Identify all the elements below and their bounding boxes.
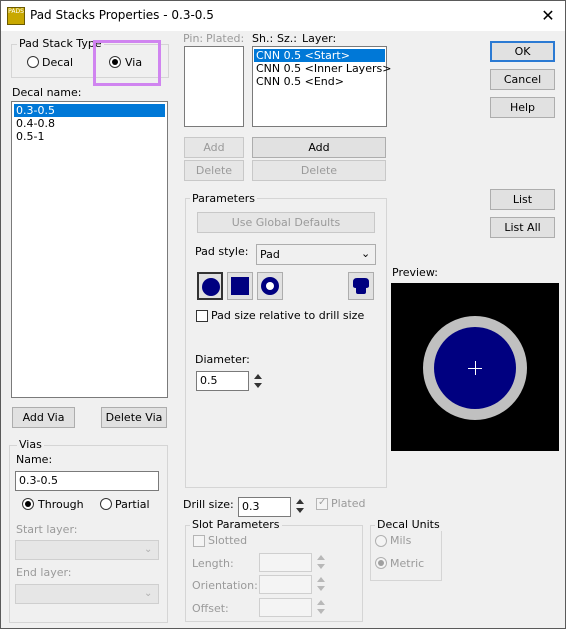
pads-app-icon: PADS: [7, 7, 25, 25]
annular-pad-button[interactable]: [257, 272, 283, 300]
chevron-down-icon: ⌄: [144, 588, 153, 599]
pad-size-relative-label: Pad size relative to drill size: [211, 309, 365, 322]
chevron-down-icon: ⌄: [361, 247, 371, 260]
layer-header: Layer:: [302, 32, 337, 45]
offset-input[interactable]: [259, 598, 312, 617]
parameters-group: [185, 198, 387, 488]
list-item[interactable]: CNN 0.5 <Inner Layers>: [254, 62, 391, 75]
via-radio-label: Via: [125, 56, 143, 69]
title-bar: PADS Pad Stacks Properties - 0.3-0.5 ✕: [1, 1, 565, 31]
diameter-spinner[interactable]: [254, 373, 262, 391]
pad-size-relative-checkbox[interactable]: [196, 310, 208, 322]
custom-pad-icon: [353, 278, 369, 294]
plated-label: Plated: [331, 497, 366, 510]
offset-spinner[interactable]: [317, 599, 325, 617]
mils-radio[interactable]: [375, 535, 387, 547]
pad-style-select[interactable]: Pad ⌄: [256, 244, 376, 265]
layer-add-button[interactable]: Add: [252, 137, 386, 158]
vias-label: Vias: [17, 438, 44, 451]
decal-radio-label: Decal: [42, 56, 74, 69]
preview-crosshair-v: [475, 361, 476, 375]
preview-canvas: [391, 283, 559, 451]
layer-delete-button[interactable]: Delete: [252, 160, 386, 181]
list-item[interactable]: CNN 0.5 <Start>: [253, 48, 386, 63]
end-layer-select[interactable]: ⌄: [15, 584, 159, 604]
drill-size-input[interactable]: 0.3: [238, 497, 291, 517]
delete-via-button[interactable]: Delete Via: [101, 407, 167, 428]
decal-name-list[interactable]: 0.3-0.5 0.4-0.8 0.5-1: [11, 101, 168, 398]
close-icon[interactable]: ✕: [535, 5, 561, 27]
end-layer-label: End layer:: [16, 566, 72, 579]
through-radio-label: Through: [38, 498, 84, 511]
length-spinner[interactable]: [317, 554, 325, 572]
square-pad-button[interactable]: [227, 272, 253, 300]
list-item[interactable]: 0.3-0.5: [13, 103, 166, 118]
orientation-label: Orientation:: [192, 579, 258, 592]
drill-size-label: Drill size:: [183, 498, 234, 511]
mils-label: Mils: [390, 534, 412, 547]
diameter-label: Diameter:: [195, 353, 250, 366]
use-global-defaults-button[interactable]: Use Global Defaults: [197, 212, 375, 233]
custom-pad-button[interactable]: [348, 272, 374, 300]
pin-add-button[interactable]: Add: [184, 137, 244, 158]
via-name-label: Name:: [16, 453, 53, 466]
orientation-spinner[interactable]: [317, 576, 325, 594]
sh-header: Sh.:: [252, 32, 274, 45]
diameter-input[interactable]: 0.5: [196, 371, 249, 391]
slot-parameters-label: Slot Parameters: [190, 518, 282, 531]
pin-list[interactable]: [184, 46, 244, 127]
cancel-button[interactable]: Cancel: [490, 69, 555, 90]
help-button[interactable]: Help: [490, 97, 555, 118]
dialog-window: PADS Pad Stacks Properties - 0.3-0.5 ✕ P…: [0, 0, 566, 629]
metric-radio[interactable]: [375, 557, 387, 569]
list-item[interactable]: 0.5-1: [14, 130, 165, 143]
chevron-down-icon: ⌄: [144, 544, 153, 555]
plated-header: Plated:: [206, 32, 245, 45]
pad-stack-type-label: Pad Stack Type: [17, 37, 104, 50]
slotted-label: Slotted: [208, 534, 248, 547]
through-radio[interactable]: [22, 498, 34, 510]
pin-delete-button[interactable]: Delete: [184, 160, 244, 181]
pad-style-label: Pad style:: [195, 245, 249, 258]
round-pad-icon: [202, 278, 220, 296]
list-button[interactable]: List: [490, 189, 555, 210]
start-layer-select[interactable]: ⌄: [15, 540, 159, 560]
decal-name-label: Decal name:: [12, 86, 82, 99]
metric-label: Metric: [390, 557, 425, 570]
via-radio[interactable]: [109, 56, 121, 68]
decal-units-label: Decal Units: [375, 518, 442, 531]
round-pad-button[interactable]: [197, 272, 223, 300]
partial-radio-label: Partial: [115, 498, 150, 511]
layer-list[interactable]: CNN 0.5 <Start> CNN 0.5 <Inner Layers> C…: [252, 46, 391, 127]
window-title: Pad Stacks Properties - 0.3-0.5: [30, 8, 214, 22]
checkmark-icon: ✓: [318, 497, 327, 508]
orientation-input[interactable]: [259, 575, 312, 594]
pin-header: Pin:: [183, 32, 204, 45]
via-name-input[interactable]: 0.3-0.5: [15, 471, 159, 491]
ok-button[interactable]: OK: [490, 41, 555, 62]
preview-label: Preview:: [392, 266, 438, 279]
list-item[interactable]: CNN 0.5 <End>: [254, 75, 385, 88]
drill-size-spinner[interactable]: [296, 498, 304, 516]
slotted-checkbox[interactable]: [193, 535, 205, 547]
sz-header: Sz.:: [277, 32, 297, 45]
pad-style-value: Pad: [260, 248, 280, 261]
decal-radio[interactable]: [27, 56, 39, 68]
square-pad-icon: [231, 277, 249, 295]
list-item[interactable]: 0.4-0.8: [14, 117, 165, 130]
partial-radio[interactable]: [100, 498, 112, 510]
start-layer-label: Start layer:: [16, 523, 78, 536]
length-input[interactable]: [259, 553, 312, 572]
add-via-button[interactable]: Add Via: [12, 407, 75, 428]
length-label: Length:: [192, 557, 234, 570]
parameters-label: Parameters: [190, 192, 257, 205]
plated-checkbox[interactable]: ✓: [316, 497, 328, 510]
annular-pad-icon: [261, 277, 279, 295]
offset-label: Offset:: [192, 602, 229, 615]
list-all-button[interactable]: List All: [490, 217, 555, 238]
